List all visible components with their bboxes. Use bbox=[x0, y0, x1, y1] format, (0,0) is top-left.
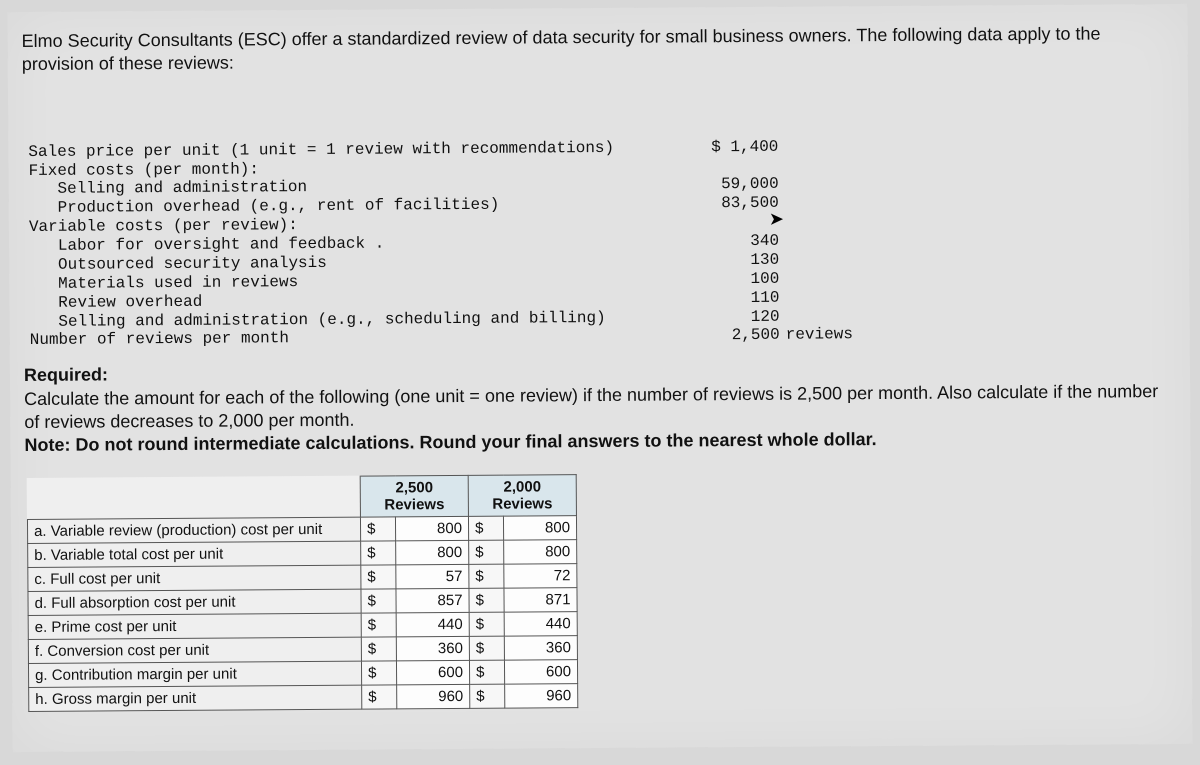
currency-cell: $ bbox=[362, 685, 397, 709]
value-2500[interactable]: 360 bbox=[396, 637, 469, 662]
required-body: Calculate the amount for each of the fol… bbox=[24, 381, 1158, 432]
currency-cell: $ bbox=[361, 565, 396, 589]
cost-data-block: ➤ Sales price per unit (1 unit = 1 revie… bbox=[28, 78, 1178, 350]
currency-cell: $ bbox=[469, 661, 504, 685]
value-2500[interactable]: 600 bbox=[396, 661, 469, 686]
value-2000[interactable]: 871 bbox=[504, 588, 577, 613]
currency-cell: $ bbox=[469, 589, 504, 613]
currency-cell: $ bbox=[361, 613, 396, 637]
value-2500[interactable]: 800 bbox=[396, 541, 469, 566]
answer-table: 2,500 Reviews 2,000 Reviews a. Variable … bbox=[27, 474, 579, 712]
currency-cell: $ bbox=[361, 661, 396, 685]
row-label: b. Variable total cost per unit bbox=[28, 542, 361, 568]
data-line-value: 340 bbox=[679, 232, 779, 252]
data-line-label: Number of reviews per month bbox=[30, 327, 680, 350]
col-header-2000: 2,000 Reviews bbox=[468, 475, 576, 517]
currency-cell: $ bbox=[361, 589, 396, 613]
required-title: Required: bbox=[24, 365, 108, 386]
worksheet-page: Elmo Security Consultants (ESC) offer a … bbox=[7, 4, 1192, 752]
currency-cell: $ bbox=[469, 613, 504, 637]
data-line-value: 110 bbox=[679, 288, 779, 308]
value-2500[interactable]: 960 bbox=[397, 685, 470, 710]
currency-cell: $ bbox=[469, 541, 504, 565]
currency-cell: $ bbox=[361, 541, 396, 565]
table-row: h. Gross margin per unit$960$960 bbox=[29, 684, 578, 712]
row-label: e. Prime cost per unit bbox=[28, 614, 361, 640]
required-note: Note: Do not round intermediate calculat… bbox=[24, 430, 876, 456]
currency-cell: $ bbox=[469, 637, 504, 661]
value-2500[interactable]: 57 bbox=[396, 565, 469, 590]
data-line-value: 2,500 bbox=[680, 326, 780, 346]
row-label: g. Contribution margin per unit bbox=[28, 662, 361, 688]
value-2000[interactable]: 800 bbox=[503, 516, 576, 541]
data-line-value: 130 bbox=[679, 251, 779, 271]
value-2000[interactable]: 72 bbox=[504, 564, 577, 589]
currency-cell: $ bbox=[469, 565, 504, 589]
data-line-value: 83,500 bbox=[679, 194, 779, 214]
row-label: c. Full cost per unit bbox=[28, 566, 361, 592]
currency-cell: $ bbox=[468, 517, 503, 541]
value-2000[interactable]: 960 bbox=[505, 684, 578, 709]
problem-intro-text: Elmo Security Consultants (ESC) offer a … bbox=[22, 22, 1162, 76]
table-corner-blank bbox=[27, 476, 360, 520]
value-2500[interactable]: 800 bbox=[395, 517, 468, 542]
value-2000[interactable]: 800 bbox=[504, 540, 577, 565]
value-2000[interactable]: 600 bbox=[504, 660, 577, 685]
value-2000[interactable]: 440 bbox=[504, 612, 577, 637]
currency-cell: $ bbox=[470, 685, 505, 709]
currency-cell: $ bbox=[360, 517, 395, 541]
value-2500[interactable]: 857 bbox=[396, 589, 469, 614]
required-section: Required: Calculate the amount for each … bbox=[24, 356, 1175, 458]
data-line-value: 120 bbox=[680, 307, 780, 327]
row-label: f. Conversion cost per unit bbox=[28, 638, 361, 664]
row-label: h. Gross margin per unit bbox=[29, 686, 362, 712]
data-line-value: $ 1,400 bbox=[678, 137, 778, 157]
currency-cell: $ bbox=[361, 637, 396, 661]
value-2500[interactable]: 440 bbox=[396, 613, 469, 638]
data-line-unit: reviews bbox=[786, 326, 853, 345]
data-line-value: 59,000 bbox=[679, 175, 779, 195]
row-label: d. Full absorption cost per unit bbox=[28, 590, 361, 616]
data-line-value: 100 bbox=[679, 270, 779, 290]
row-label: a. Variable review (production) cost per… bbox=[27, 518, 360, 544]
col-header-2500: 2,500 Reviews bbox=[360, 475, 468, 517]
value-2000[interactable]: 360 bbox=[504, 636, 577, 661]
